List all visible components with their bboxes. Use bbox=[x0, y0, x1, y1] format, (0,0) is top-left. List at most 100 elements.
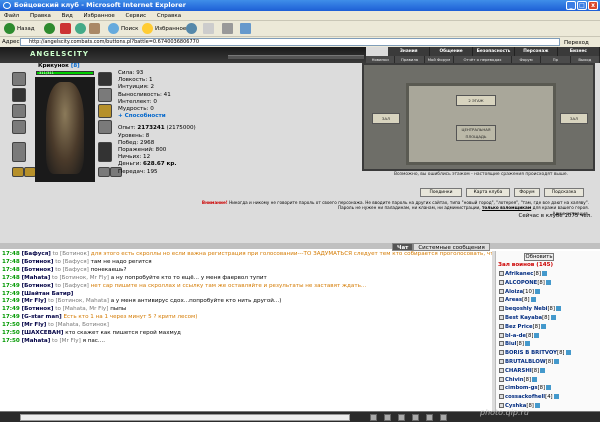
player-name[interactable]: Biul bbox=[505, 341, 516, 347]
battles-button[interactable]: Поединки bbox=[420, 188, 462, 197]
back-button[interactable]: Назад bbox=[4, 23, 35, 35]
info-icon[interactable] bbox=[540, 367, 546, 373]
info-icon[interactable] bbox=[532, 376, 538, 382]
maximize-button[interactable]: □ bbox=[577, 1, 587, 10]
edit-button[interactable] bbox=[240, 23, 253, 35]
chat-author[interactable]: [Ботинок] bbox=[22, 306, 54, 312]
exit-icon[interactable] bbox=[440, 414, 447, 421]
nav-communication[interactable]: Общение bbox=[430, 47, 473, 56]
info-icon[interactable] bbox=[546, 385, 552, 391]
helmet-slot[interactable] bbox=[12, 72, 26, 86]
player-name[interactable]: Areas bbox=[505, 297, 522, 303]
player-name[interactable]: CHARSHI bbox=[505, 368, 532, 374]
chat-recipient[interactable]: to [Бафуся] bbox=[55, 267, 89, 273]
player-item[interactable]: cossackofhell[4] bbox=[499, 393, 559, 401]
info-icon[interactable] bbox=[545, 279, 551, 285]
forward-button[interactable] bbox=[44, 23, 57, 35]
chat-recipient[interactable]: to [Mahata, Ботинок] bbox=[48, 322, 109, 328]
axe-slot[interactable] bbox=[12, 104, 26, 118]
chat-time[interactable]: 17:49 bbox=[2, 306, 20, 312]
info-icon[interactable] bbox=[553, 394, 559, 400]
chat-time[interactable]: 17:49 bbox=[2, 291, 20, 297]
player-name[interactable]: cossackofhell bbox=[505, 394, 545, 400]
tab-system[interactable]: Системные сообщения bbox=[413, 243, 490, 251]
forum-button[interactable]: Форум bbox=[514, 188, 540, 197]
chat-recipient[interactable]: to [Бафуся] bbox=[55, 283, 89, 289]
skills-link[interactable]: + Способности bbox=[118, 113, 228, 120]
map-button[interactable]: Карта клуба bbox=[466, 188, 510, 197]
weapon-slot[interactable] bbox=[12, 88, 26, 102]
offhand-slot[interactable] bbox=[98, 142, 112, 162]
chat-time[interactable]: 17:48 bbox=[2, 259, 20, 265]
chat-author[interactable]: [Ботинок] bbox=[22, 267, 54, 273]
mail-button[interactable] bbox=[203, 23, 216, 35]
player-name[interactable]: BRUTALBLOW bbox=[505, 359, 546, 365]
subnav-forum[interactable]: Форум bbox=[512, 56, 542, 63]
map-hall-left[interactable]: ЗАЛ bbox=[372, 113, 400, 124]
smiles-icon[interactable] bbox=[384, 414, 391, 421]
chat-time[interactable]: 17:49 bbox=[2, 298, 20, 304]
favorites-button[interactable]: Избранное bbox=[142, 23, 186, 35]
address-input[interactable]: http://angelscity.combats.com/buttons.pl… bbox=[20, 38, 560, 46]
subnav-pr[interactable]: Пр bbox=[541, 56, 571, 63]
chat-time[interactable]: 17:50 bbox=[2, 338, 20, 344]
subnav-transfer-report[interactable]: Отчёт о переводах bbox=[454, 56, 512, 63]
menu-tools[interactable]: Сервис bbox=[126, 13, 147, 19]
player-name[interactable]: Bez Price bbox=[505, 324, 533, 330]
player-name[interactable]: BORIS B BRITVOY bbox=[505, 350, 557, 356]
player-item[interactable]: ALCOPONE[8] bbox=[499, 279, 551, 287]
player-item[interactable]: Bez Price[8] bbox=[499, 323, 547, 331]
chat-recipient[interactable]: to [Ботинок, Mahata] bbox=[48, 298, 109, 304]
player-name[interactable]: Chivin bbox=[505, 377, 524, 383]
player-name[interactable]: bl-a-de bbox=[505, 333, 526, 339]
armor-slot[interactable] bbox=[12, 142, 26, 162]
nav-knowledge[interactable]: Знания bbox=[388, 47, 431, 56]
player-name[interactable]: Afrikanec bbox=[505, 271, 533, 277]
menu-favorites[interactable]: Избранное bbox=[84, 13, 115, 19]
info-icon[interactable] bbox=[556, 306, 561, 312]
chat-time[interactable]: 17:49 bbox=[2, 314, 20, 320]
player-item[interactable]: bl-a-de[8] bbox=[499, 332, 540, 340]
info-icon[interactable] bbox=[550, 315, 556, 320]
map-floor-2[interactable]: 2 ЭТАЖ bbox=[456, 95, 496, 106]
chat-author[interactable]: [Ботинок] bbox=[22, 259, 54, 265]
chat-time[interactable]: 17:50 bbox=[2, 330, 20, 336]
chat-recipient[interactable]: to [Ботинок, Mr Fly] bbox=[52, 275, 109, 281]
chat-time[interactable]: 17:48 bbox=[2, 267, 20, 273]
player-name[interactable]: Aloiza bbox=[505, 289, 523, 295]
subnav-exit[interactable]: Выход bbox=[571, 56, 600, 63]
chat-time[interactable]: 17:49 bbox=[2, 283, 20, 289]
player-item[interactable]: CHARSHI[8] bbox=[499, 367, 546, 375]
minimize-button[interactable]: _ bbox=[566, 1, 576, 10]
nav-security[interactable]: Безопасность bbox=[473, 47, 516, 56]
player-item[interactable]: Aloiza[10] bbox=[499, 288, 540, 296]
info-icon[interactable] bbox=[534, 288, 540, 294]
subnav-my-forum[interactable]: Мой Форум bbox=[425, 56, 455, 63]
info-icon[interactable] bbox=[541, 323, 547, 329]
chat-author[interactable]: [Бафуся] bbox=[22, 251, 51, 257]
chat-author[interactable]: [Mr Fly] bbox=[22, 298, 47, 304]
player-item[interactable]: Biul[8] bbox=[499, 340, 530, 348]
chat-author[interactable]: [Шайтан Батир] bbox=[22, 291, 74, 297]
chat-author[interactable]: [ШАХСЕВАН] bbox=[22, 330, 64, 336]
history-button[interactable] bbox=[186, 23, 199, 35]
hackers-link[interactable]: только взломщикам bbox=[482, 205, 531, 210]
search-button[interactable]: Поиск bbox=[108, 23, 138, 35]
menu-help[interactable]: Справка bbox=[157, 13, 181, 19]
player-item[interactable]: Chivin[8] bbox=[499, 376, 538, 384]
chat-author[interactable]: [G-star man] bbox=[22, 314, 62, 320]
info-icon[interactable] bbox=[565, 350, 571, 356]
player-item[interactable]: Areas[8] bbox=[499, 296, 536, 304]
chat-recipient[interactable]: to [Ботинок] bbox=[53, 251, 89, 257]
player-name[interactable]: cimbom-gs bbox=[505, 385, 538, 391]
stop-button[interactable] bbox=[60, 23, 73, 35]
chat-time[interactable]: 17:48 bbox=[2, 251, 20, 257]
home-button[interactable] bbox=[89, 23, 102, 35]
hammer-slot[interactable] bbox=[12, 120, 26, 134]
chat-author[interactable]: [Mahata] bbox=[22, 338, 51, 344]
subnav-rules[interactable]: Правила bbox=[395, 56, 425, 63]
info-icon[interactable] bbox=[530, 297, 536, 303]
chat-recipient[interactable]: to [Бафуся] bbox=[55, 259, 89, 265]
chat-time[interactable]: 17:48 bbox=[2, 275, 20, 281]
player-item[interactable]: Best Kayaba[8] bbox=[499, 314, 556, 322]
